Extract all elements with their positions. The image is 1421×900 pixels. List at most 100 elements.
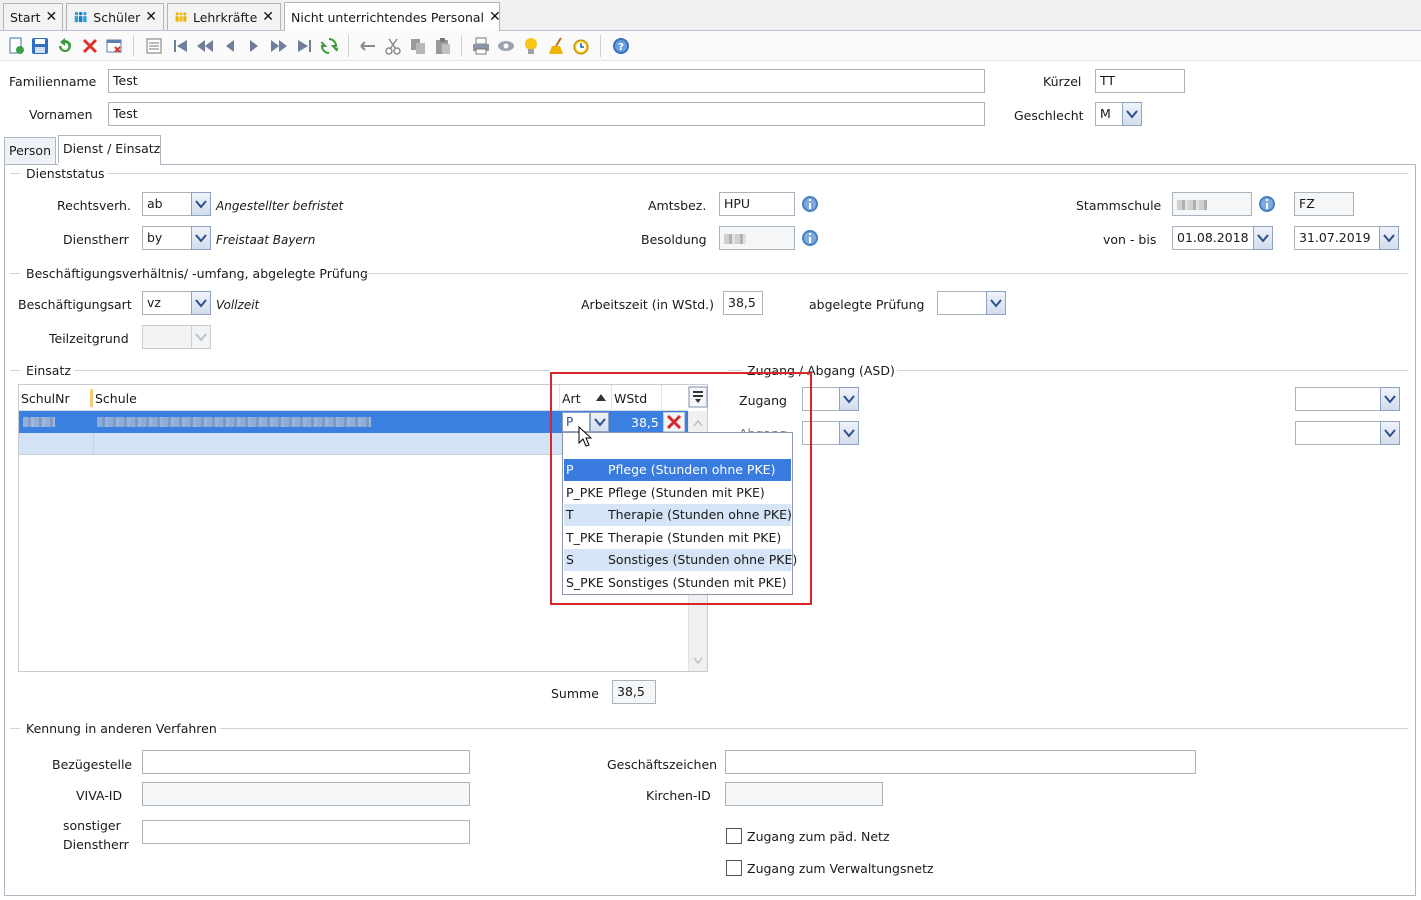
back-arrow-icon[interactable] [359, 37, 377, 55]
teilzeitgrund-label: Teilzeitgrund [49, 331, 129, 346]
verwaltungsnetz-label: Zugang zum Verwaltungsnetz [747, 861, 934, 876]
zugang-date-dropdown-button[interactable] [1380, 387, 1400, 411]
row-divider [93, 433, 94, 455]
rechtsverh-dropdown-button[interactable] [191, 192, 211, 216]
rechtsverh-select[interactable]: ab [142, 192, 192, 216]
teachers-icon [175, 12, 187, 22]
remove-entry-icon[interactable] [105, 37, 123, 55]
geschlecht-dropdown-button[interactable] [1122, 102, 1142, 126]
chevron-down-icon [1384, 395, 1396, 404]
close-icon[interactable]: ✕ [489, 9, 501, 25]
einsatz-title: Einsatz [26, 363, 71, 378]
beschaeftigungsart-label: Beschäftigungsart [18, 297, 132, 312]
new-record-icon[interactable] [7, 37, 25, 55]
besoldung-label: Besoldung [641, 232, 707, 247]
geschlecht-select[interactable]: M [1095, 102, 1123, 126]
pruefung-dropdown-button[interactable] [986, 291, 1006, 315]
abgang-date-dropdown-button[interactable] [1380, 421, 1400, 445]
verwaltungsnetz-checkbox[interactable] [726, 860, 742, 876]
tab-schueler[interactable]: Schüler ✕ [66, 3, 164, 30]
close-icon[interactable]: ✕ [262, 9, 274, 25]
beschaeftigungsart-dropdown-button[interactable] [191, 291, 211, 315]
help-icon[interactable]: ? [612, 37, 630, 55]
fast-forward-icon[interactable] [270, 37, 288, 55]
delete-icon[interactable] [81, 37, 99, 55]
toolbar-separator [348, 35, 349, 57]
first-record-icon[interactable] [172, 37, 190, 55]
tab-lehrkraefte[interactable]: Lehrkräfte ✕ [167, 3, 281, 30]
tab-start[interactable]: Start ✕ [3, 3, 63, 30]
arbeitszeit-input[interactable]: 38,5 [723, 291, 763, 315]
fast-back-icon[interactable] [196, 37, 214, 55]
copy-icon[interactable] [409, 37, 427, 55]
tab-nicht-unterrichtendes-personal[interactable]: Nicht unterrichtendes Personal ✕ [284, 2, 501, 31]
info-icon[interactable] [801, 195, 819, 213]
zugang-date-input[interactable] [1295, 387, 1381, 411]
list-icon[interactable] [145, 37, 163, 55]
sonstiger-dienstherr-input[interactable] [142, 820, 470, 844]
document-tab-bar: Start ✕ Schüler ✕ Lehrkräfte ✕ Nicht unt… [0, 0, 1421, 31]
tab-person[interactable]: Person [4, 137, 56, 164]
kirchenid-input[interactable] [725, 782, 883, 806]
abgang-dropdown-button[interactable] [839, 421, 859, 445]
paste-icon[interactable] [434, 37, 452, 55]
von-date-dropdown-button[interactable] [1253, 226, 1273, 250]
geschaeftszeichen-input[interactable] [725, 750, 1196, 774]
schulnr-header-label: SchulNr [21, 391, 70, 406]
previous-record-icon[interactable] [221, 37, 239, 55]
close-icon[interactable]: ✕ [46, 9, 58, 25]
familienname-input[interactable]: Test [108, 69, 985, 93]
column-header-schule[interactable]: Schule [93, 385, 559, 411]
bis-date-dropdown-button[interactable] [1379, 226, 1399, 250]
scroll-down-icon[interactable] [693, 657, 703, 665]
von-bis-label: von - bis [1103, 232, 1157, 247]
info-icon[interactable] [801, 229, 819, 247]
vornamen-input[interactable]: Test [108, 102, 985, 126]
paed-netz-label: Zugang zum päd. Netz [747, 829, 890, 844]
lightbulb-icon[interactable] [522, 37, 540, 55]
paed-netz-checkbox[interactable] [726, 828, 742, 844]
toolbar: ? [0, 31, 1421, 61]
abgelegte-pruefung-select[interactable] [937, 291, 987, 315]
group-line [10, 728, 20, 729]
bis-date-input[interactable]: 31.07.2019 [1294, 226, 1380, 250]
undo-icon[interactable] [56, 37, 74, 55]
beschaeftigungsart-select[interactable]: vz [142, 291, 192, 315]
abgang-date-input[interactable] [1295, 421, 1381, 445]
group-line [10, 370, 20, 371]
geschaeftszeichen-label: Geschäftszeichen [607, 757, 718, 772]
zugang-dropdown-button[interactable] [839, 387, 859, 411]
rechtsverh-label: Rechtsverh. [57, 198, 131, 213]
arbeitszeit-label: Arbeitszeit (in WStd.) [581, 297, 715, 312]
vivaid-input[interactable] [142, 782, 470, 806]
broom-icon[interactable] [547, 37, 565, 55]
bezuegestelle-input[interactable] [142, 750, 470, 774]
amtsbez-input[interactable]: HPU [719, 192, 795, 216]
print-icon[interactable] [472, 37, 490, 55]
redacted-value [1177, 199, 1207, 210]
cut-icon[interactable] [384, 37, 402, 55]
refresh-icon[interactable] [320, 37, 338, 55]
alarm-clock-icon[interactable] [572, 37, 590, 55]
close-icon[interactable]: ✕ [145, 9, 157, 25]
column-header-schulnr[interactable]: SchulNr [19, 385, 93, 411]
tab-personal-label: Nicht unterrichtendes Personal [291, 9, 485, 25]
dienstherr-description: Freistaat Bayern [216, 233, 316, 247]
dienstherr-select[interactable]: by [142, 226, 192, 250]
dienstherr-dropdown-button[interactable] [191, 226, 211, 250]
chevron-down-icon [195, 234, 207, 243]
save-icon[interactable] [31, 37, 49, 55]
besoldung-input[interactable] [719, 226, 795, 250]
next-record-icon[interactable] [245, 37, 263, 55]
info-icon[interactable] [1258, 195, 1276, 213]
familienname-label: Familienname [9, 74, 97, 89]
last-record-icon[interactable] [295, 37, 313, 55]
stammschule-input[interactable] [1172, 192, 1252, 216]
tab-dienst-einsatz[interactable]: Dienst / Einsatz [58, 135, 161, 164]
redacted-schulnr [23, 417, 55, 427]
preview-icon[interactable] [497, 37, 515, 55]
teilzeitgrund-select [142, 325, 192, 349]
von-date-input[interactable]: 01.08.2018 [1172, 226, 1254, 250]
kuerzel-input[interactable]: TT [1095, 69, 1185, 93]
summe-label: Summe [551, 686, 599, 701]
